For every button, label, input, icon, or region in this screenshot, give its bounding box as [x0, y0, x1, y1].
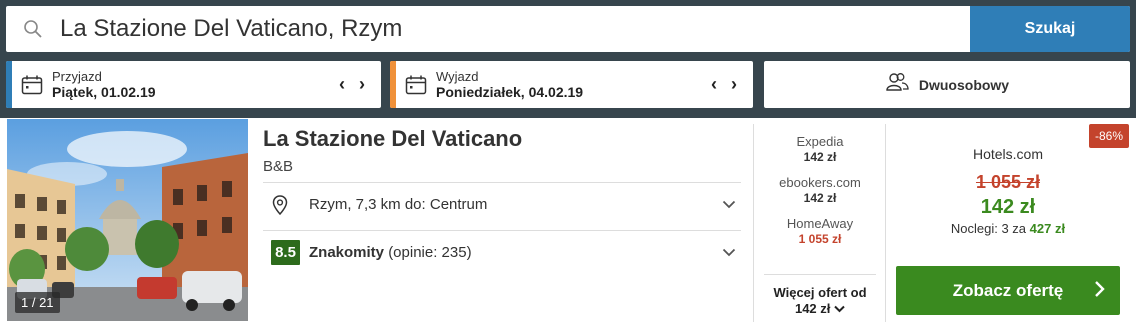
nights-text: Noclegi: 3 za	[950, 221, 1027, 236]
location-row[interactable]: Rzym, 7,3 km do: Centrum	[263, 182, 741, 226]
best-offer-provider: Hotels.com	[972, 146, 1044, 162]
hotel-name[interactable]: La Stazione Del Vaticano	[263, 126, 741, 152]
more-offers-link[interactable]: Więcej ofert od 142 zł	[764, 274, 876, 317]
more-offers-label: Więcej ofert od	[773, 285, 867, 300]
search-bar: Szukaj	[6, 6, 1130, 52]
photo-counter: 1 / 21	[15, 292, 60, 313]
chevron-left-icon[interactable]: ‹	[339, 74, 345, 95]
location-pin-icon	[263, 194, 297, 215]
hotel-info: La Stazione Del Vaticano B&B Rzym, 7,3 k…	[263, 118, 741, 265]
hotel-type: B&B	[263, 158, 294, 175]
chevron-right-icon[interactable]: ›	[359, 74, 365, 95]
location-text: Rzym, 7,3 km do: Centrum	[309, 196, 488, 213]
chevron-down-icon[interactable]	[717, 248, 741, 257]
search-button[interactable]: Szukaj	[970, 6, 1130, 52]
more-offers-price-row: 142 zł	[764, 301, 876, 317]
provider-name: HomeAway	[786, 216, 854, 231]
other-providers: Expedia 142 zł ebookers.com 142 zł HomeA…	[764, 134, 876, 257]
discount-badge: -86%	[1088, 124, 1129, 148]
provider-item[interactable]: Expedia 142 zł	[764, 134, 876, 164]
calendar-icon	[396, 75, 436, 95]
rating-text: Znakomity (opinie: 235)	[309, 244, 717, 261]
provider-item[interactable]: ebookers.com 142 zł	[764, 175, 876, 205]
checkin-date-field[interactable]: Przyjazd Piątek, 01.02.19 ‹ ›	[6, 61, 381, 108]
calendar-icon	[12, 75, 52, 95]
chevron-right-icon[interactable]: ›	[731, 74, 737, 95]
chevron-down-icon[interactable]	[717, 200, 741, 209]
best-price: 142 zł	[980, 196, 1036, 218]
hotel-result-card: 1 / 21 La Stazione Del Vaticano B&B Rzym…	[0, 118, 1136, 322]
column-divider	[753, 124, 754, 322]
checkin-label: Przyjazd	[52, 68, 102, 84]
rating-row[interactable]: 8.5 Znakomity (opinie: 235)	[263, 230, 741, 274]
view-offer-button[interactable]: Zobacz ofertę	[896, 266, 1120, 315]
hotel-photo[interactable]: 1 / 21	[7, 119, 248, 321]
view-offer-label: Zobacz ofertę	[952, 280, 1064, 300]
nights-total: 427 zł	[1029, 221, 1066, 236]
hotel-search-page: Szukaj Przyjazd Piątek, 01.02.19 ‹ › Wyj…	[0, 0, 1136, 322]
checkout-value: Poniedziałek, 04.02.19	[436, 83, 584, 100]
old-price: 1 055 zł	[975, 172, 1041, 192]
search-input[interactable]	[60, 6, 970, 52]
nights-summary: Noclegi: 3 za 427 zł	[886, 221, 1130, 236]
checkout-label: Wyjazd	[436, 68, 479, 84]
checkin-text: Przyjazd Piątek, 01.02.19	[52, 69, 339, 101]
rating-label: Znakomity	[309, 244, 385, 261]
provider-item[interactable]: HomeAway 1 055 zł	[764, 216, 876, 246]
chevron-right-icon	[1094, 279, 1106, 304]
provider-price: 142 zł	[803, 150, 837, 164]
room-type-selector[interactable]: Dwuosobowy	[764, 61, 1130, 108]
provider-name: ebookers.com	[779, 175, 861, 190]
rating-score-badge: 8.5	[271, 240, 300, 265]
provider-name: Expedia	[796, 134, 844, 149]
checkout-text: Wyjazd Poniedziałek, 04.02.19	[436, 69, 711, 101]
search-icon	[6, 6, 60, 52]
rating-reviews: (opinie: 235)	[388, 244, 472, 261]
checkout-date-field[interactable]: Wyjazd Poniedziałek, 04.02.19 ‹ ›	[390, 61, 753, 108]
provider-price: 1 055 zł	[798, 232, 842, 246]
provider-price: 142 zł	[803, 191, 837, 205]
checkout-arrows: ‹ ›	[711, 74, 753, 95]
more-offers-price: 142 zł	[794, 301, 831, 316]
chevron-down-icon	[834, 301, 845, 316]
checkin-value: Piątek, 01.02.19	[52, 83, 156, 100]
best-offer-panel: -86% Hotels.com 1 055 zł 142 zł Noclegi:…	[886, 118, 1136, 322]
chevron-left-icon[interactable]: ‹	[711, 74, 717, 95]
checkin-arrows: ‹ ›	[339, 74, 381, 95]
guests-icon	[885, 72, 909, 97]
room-type-label: Dwuosobowy	[918, 76, 1010, 93]
